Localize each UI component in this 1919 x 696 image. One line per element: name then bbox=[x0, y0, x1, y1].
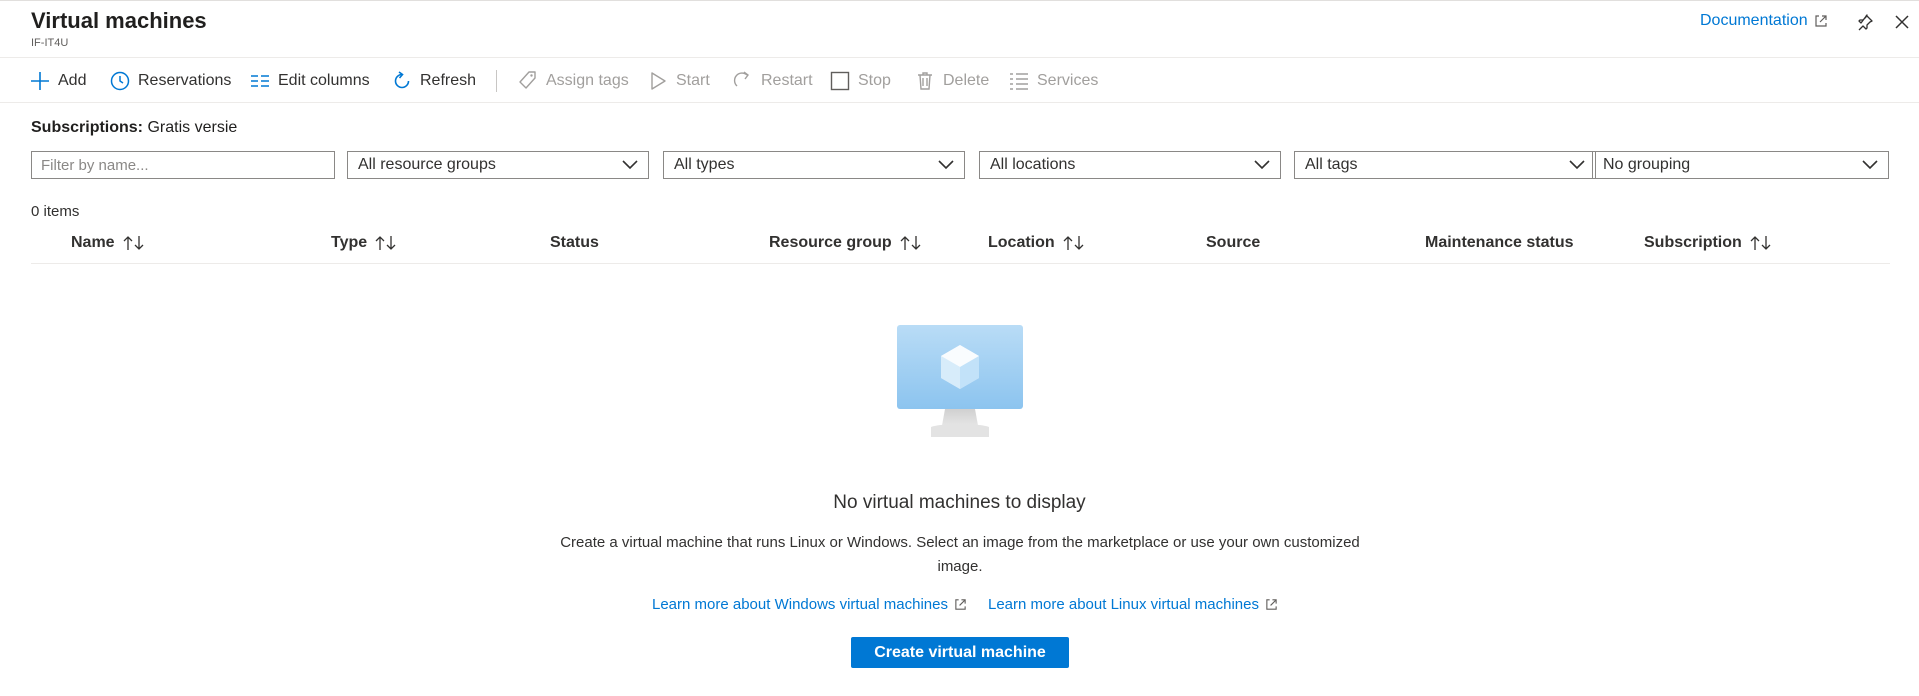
chevron-down-icon bbox=[622, 160, 638, 170]
column-header-resource-group[interactable]: Resource group bbox=[769, 234, 922, 252]
external-link-icon bbox=[955, 599, 966, 610]
edit-columns-label: Edit columns bbox=[278, 72, 370, 89]
refresh-label: Refresh bbox=[420, 72, 477, 89]
chevron-down-icon bbox=[1862, 160, 1878, 170]
restart-label: Restart bbox=[761, 72, 813, 89]
command-bar: Add Reservations Edit columns Refresh As… bbox=[0, 57, 1919, 103]
grouping-value: No grouping bbox=[1603, 156, 1691, 173]
subscriptions-label: Subscriptions: bbox=[31, 119, 144, 136]
clock-icon bbox=[110, 71, 130, 91]
stop-label: Stop bbox=[858, 72, 891, 89]
virtual-machine-monitor-icon bbox=[897, 325, 1023, 437]
page-header: Virtual machines IF-IT4U Documentation bbox=[0, 0, 1919, 57]
services-button[interactable]: Services bbox=[1009, 69, 1098, 93]
empty-state-title: No virtual machines to display bbox=[833, 492, 1086, 513]
edit-columns-button[interactable]: Edit columns bbox=[250, 69, 370, 93]
documentation-link[interactable]: Documentation bbox=[1700, 12, 1828, 30]
filter-by-name-input[interactable] bbox=[31, 151, 335, 179]
column-header-name[interactable]: Name bbox=[71, 234, 145, 252]
chevron-down-icon bbox=[938, 160, 954, 170]
refresh-icon bbox=[394, 71, 410, 89]
plus-icon bbox=[31, 72, 49, 90]
subscriptions-filter: Subscriptions: Gratis versie bbox=[31, 119, 237, 137]
column-maintenance-status-label: Maintenance status bbox=[1425, 234, 1574, 251]
table-header-row: Name Type Status Resource group Location… bbox=[31, 226, 1890, 264]
restart-button[interactable]: Restart bbox=[733, 69, 813, 93]
restart-icon bbox=[733, 71, 749, 87]
column-type-label: Type bbox=[331, 234, 368, 251]
column-name-label: Name bbox=[71, 234, 115, 251]
reservations-label: Reservations bbox=[138, 72, 232, 89]
column-header-maintenance-status[interactable]: Maintenance status bbox=[1425, 234, 1573, 252]
assign-tags-button[interactable]: Assign tags bbox=[518, 69, 629, 93]
delete-label: Delete bbox=[943, 72, 990, 89]
column-status-label: Status bbox=[550, 234, 599, 251]
page-subtitle: IF-IT4U bbox=[31, 37, 69, 49]
column-header-source[interactable]: Source bbox=[1206, 234, 1260, 252]
column-header-subscription[interactable]: Subscription bbox=[1644, 234, 1772, 252]
create-virtual-machine-button[interactable]: Create virtual machine bbox=[851, 637, 1069, 668]
locations-dropdown[interactable]: All locations bbox=[979, 151, 1281, 179]
learn-linux-label: Learn more about Linux virtual machines bbox=[988, 596, 1259, 613]
types-value: All types bbox=[674, 156, 735, 173]
stop-button[interactable]: Stop bbox=[830, 69, 891, 93]
tags-dropdown[interactable]: All tags bbox=[1294, 151, 1596, 179]
subscriptions-value: Gratis versie bbox=[147, 119, 238, 136]
column-header-type[interactable]: Type bbox=[331, 234, 397, 252]
resource-groups-dropdown[interactable]: All resource groups bbox=[347, 151, 649, 179]
column-resource-group-label: Resource group bbox=[769, 234, 892, 251]
column-header-location[interactable]: Location bbox=[988, 234, 1085, 252]
pin-icon[interactable] bbox=[1854, 11, 1876, 33]
column-subscription-label: Subscription bbox=[1644, 234, 1742, 251]
close-icon[interactable] bbox=[1891, 11, 1913, 33]
chevron-down-icon bbox=[1569, 160, 1585, 170]
list-icon bbox=[1010, 73, 1028, 90]
play-icon bbox=[651, 72, 666, 90]
learn-linux-link[interactable]: Learn more about Linux virtual machines bbox=[988, 596, 1278, 613]
sort-icon[interactable] bbox=[1063, 235, 1085, 251]
learn-windows-label: Learn more about Windows virtual machine… bbox=[652, 596, 948, 613]
columns-icon bbox=[251, 75, 269, 87]
trash-icon bbox=[918, 72, 932, 90]
reservations-button[interactable]: Reservations bbox=[110, 69, 231, 93]
chevron-down-icon bbox=[1254, 160, 1270, 170]
add-button[interactable]: Add bbox=[30, 69, 86, 93]
toolbar-divider bbox=[496, 70, 497, 92]
page-title: Virtual machines bbox=[31, 8, 207, 33]
grouping-dropdown[interactable]: No grouping bbox=[1592, 151, 1889, 179]
sort-icon[interactable] bbox=[123, 235, 145, 251]
column-location-label: Location bbox=[988, 234, 1055, 251]
learn-windows-link[interactable]: Learn more about Windows virtual machine… bbox=[652, 596, 967, 613]
column-header-status[interactable]: Status bbox=[550, 234, 599, 252]
item-count: 0 items bbox=[31, 203, 80, 220]
assign-tags-label: Assign tags bbox=[546, 72, 629, 89]
start-button[interactable]: Start bbox=[648, 69, 710, 93]
tag-icon bbox=[519, 71, 536, 89]
stop-icon bbox=[830, 71, 850, 91]
external-link-icon bbox=[1815, 15, 1827, 27]
sort-icon[interactable] bbox=[1750, 235, 1772, 251]
tags-value: All tags bbox=[1305, 156, 1358, 173]
column-source-label: Source bbox=[1206, 234, 1261, 251]
start-label: Start bbox=[676, 72, 710, 89]
delete-button[interactable]: Delete bbox=[915, 69, 989, 93]
sort-icon[interactable] bbox=[375, 235, 397, 251]
empty-state-description: Create a virtual machine that runs Linux… bbox=[560, 534, 1360, 575]
types-dropdown[interactable]: All types bbox=[663, 151, 965, 179]
external-link-icon bbox=[1266, 599, 1277, 610]
locations-value: All locations bbox=[990, 156, 1076, 173]
documentation-label: Documentation bbox=[1700, 12, 1808, 29]
services-label: Services bbox=[1037, 72, 1099, 89]
sort-icon[interactable] bbox=[900, 235, 922, 251]
resource-groups-value: All resource groups bbox=[358, 156, 496, 173]
add-label: Add bbox=[58, 72, 87, 89]
refresh-button[interactable]: Refresh bbox=[392, 69, 476, 93]
